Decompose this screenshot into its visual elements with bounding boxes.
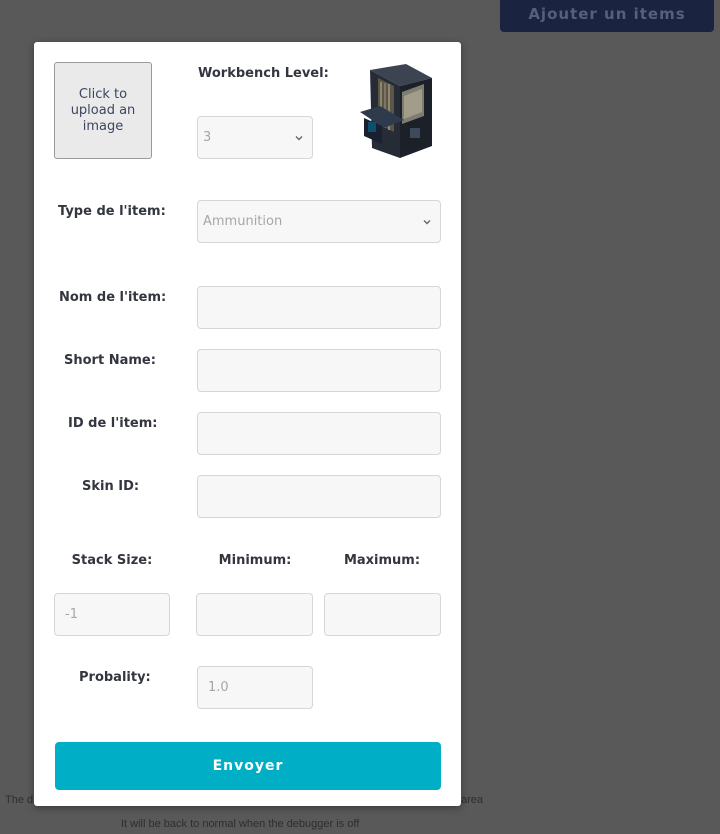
minimum-label: Minimum: xyxy=(218,553,292,568)
item-type-value: Ammunition xyxy=(203,214,283,229)
debugger-notice-start: The d xyxy=(5,794,34,806)
debugger-notice-end: area xyxy=(461,794,484,806)
upload-label: Click to upload an image xyxy=(70,86,136,134)
item-id-input[interactable] xyxy=(197,412,441,455)
item-name-label: Nom de l'item: xyxy=(59,290,167,305)
probability-label: Probality: xyxy=(79,670,151,685)
add-items-button[interactable]: Ajouter un items xyxy=(500,0,714,32)
short-name-label: Short Name: xyxy=(64,353,156,368)
add-item-modal: Click to upload an image Workbench Level… xyxy=(34,42,461,806)
skin-id-label: Skin ID: xyxy=(82,479,140,494)
item-type-label: Type de l'item: xyxy=(58,204,166,219)
maximum-label: Maximum: xyxy=(343,553,421,568)
item-id-label: ID de l'item: xyxy=(68,416,158,431)
workbench-image xyxy=(360,64,432,158)
chevron-down-icon xyxy=(295,135,303,140)
skin-id-input[interactable] xyxy=(197,475,441,518)
probability-input[interactable]: 1.0 xyxy=(197,666,313,709)
submit-button[interactable]: Envoyer xyxy=(55,742,441,790)
workbench-level-select[interactable]: 3 xyxy=(197,116,313,159)
stack-size-label: Stack Size: xyxy=(71,553,153,568)
image-upload-button[interactable]: Click to upload an image xyxy=(54,62,152,159)
item-type-select[interactable]: Ammunition xyxy=(197,200,441,243)
short-name-input[interactable] xyxy=(197,349,441,392)
workbench-level-label: Workbench Level: xyxy=(198,66,329,81)
item-name-input[interactable] xyxy=(197,286,441,329)
workbench-level-value: 3 xyxy=(203,130,212,145)
minimum-input[interactable] xyxy=(196,593,313,636)
chevron-down-icon xyxy=(423,219,431,224)
maximum-input[interactable] xyxy=(324,593,441,636)
debugger-notice-line2: It will be back to normal when the debug… xyxy=(121,818,360,830)
stack-size-input[interactable]: -1 xyxy=(54,593,170,636)
